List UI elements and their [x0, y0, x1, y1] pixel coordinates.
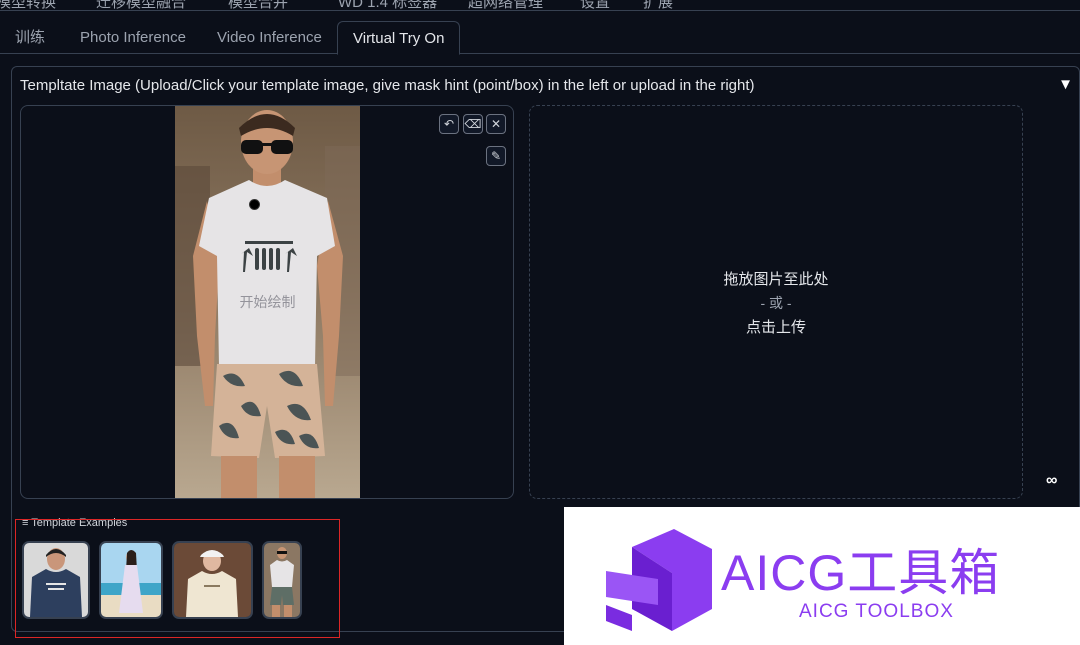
aicg-logo-icon [606, 529, 712, 631]
template-examples-label: ≡ Template Examples [22, 517, 127, 529]
upload-dropzone[interactable]: 拖放图片至此处 - 或 - 点击上传 [529, 105, 1023, 499]
collapse-arrow-icon[interactable]: ▼ [1058, 76, 1073, 93]
brush-icon[interactable]: ✎ [486, 146, 506, 166]
infinity-icon[interactable]: ∞ [1046, 472, 1057, 490]
accordion-title[interactable]: Templtate Image (Upload/Click your templ… [20, 77, 755, 94]
top-tab-model-merge[interactable]: 模型合并 [228, 0, 288, 10]
start-drawing-hint: 开始绘制 [239, 294, 296, 310]
template-example-3[interactable] [172, 541, 253, 619]
tab-virtual-try-on[interactable]: Virtual Try On [337, 21, 461, 55]
aicg-toolbox-watermark: AICG工具箱 AICG TOOLBOX [564, 507, 1080, 645]
watermark-subtitle: AICG TOOLBOX [799, 601, 954, 622]
top-tab-model-convert[interactable]: 模型转换 [0, 0, 56, 10]
top-tab-hypernetwork[interactable]: 超网络管理 [468, 0, 543, 10]
dropzone-or-text: - 或 - [760, 295, 792, 311]
example-1-illustration [24, 543, 88, 617]
top-tab-merge-transfer[interactable]: 迁移模型融合 [96, 0, 186, 10]
example-2-illustration [101, 543, 161, 617]
top-tab-extensions[interactable]: 扩展 [643, 0, 673, 10]
dropzone-click-text: 点击上传 [745, 319, 806, 336]
undo-icon[interactable]: ↶ [439, 114, 459, 134]
close-icon[interactable]: ✕ [486, 114, 506, 134]
watermark-title: AICG工具箱 [721, 545, 1001, 601]
tab-train[interactable]: 训练 [0, 21, 60, 54]
example-4-illustration [264, 543, 300, 617]
top-tab-bar: 模型转换 迁移模型融合 模型合并 WD 1.4 标签器 超网络管理 设置 扩展 [0, 0, 1080, 11]
mask-point-hint-marker[interactable] [249, 199, 260, 210]
example-3-illustration [174, 543, 251, 617]
tab-bar: 训练 Photo Inference Video Inference Virtu… [0, 11, 1080, 55]
top-tab-settings[interactable]: 设置 [580, 0, 610, 10]
mask-hint-editor[interactable]: 开始绘制 ↶ ⌫ ✕ ✎ [20, 105, 514, 499]
dropzone-drag-text: 拖放图片至此处 [723, 271, 829, 288]
tab-video-inference[interactable]: Video Inference [202, 21, 337, 54]
list-icon: ≡ [22, 517, 29, 529]
tab-photo-inference[interactable]: Photo Inference [65, 21, 201, 54]
top-tab-wd-tagger[interactable]: WD 1.4 标签器 [338, 0, 437, 10]
eraser-icon[interactable]: ⌫ [463, 114, 483, 134]
template-example-2[interactable] [99, 541, 163, 619]
template-example-4[interactable] [262, 541, 302, 619]
template-examples-title: Template Examples [31, 517, 128, 529]
template-example-1[interactable] [22, 541, 90, 619]
